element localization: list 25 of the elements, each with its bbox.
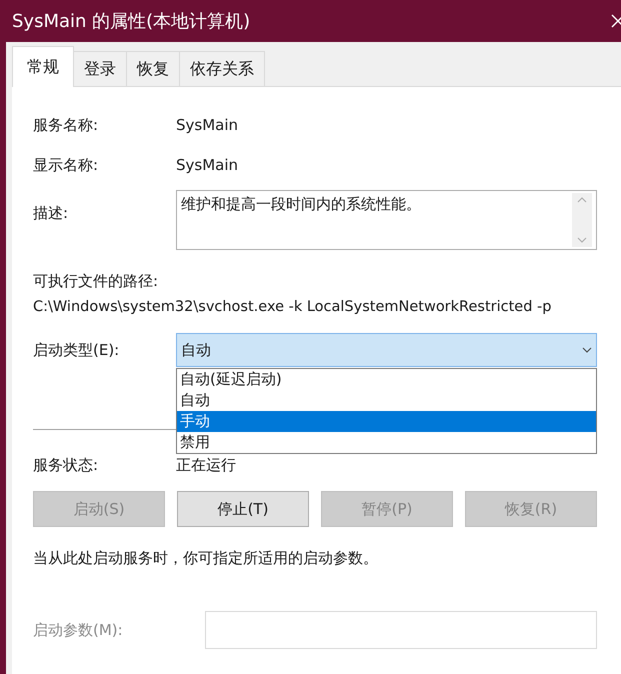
field-label: 启动参数(M): (33, 620, 124, 641)
field-label: 描述: (33, 203, 70, 224)
service-status: 正在运行 (176, 455, 236, 476)
executable-path: C:\Windows\system32\svchost.exe -k LocalSystemNetworkRestricted -p (33, 298, 552, 314)
dropdown-option[interactable]: 自动(延迟启动) (177, 369, 596, 390)
dropdown-option[interactable]: 手动 (177, 411, 596, 432)
tab[interactable]: 依存关系 (179, 51, 265, 86)
field-label: 服务名称: (33, 115, 100, 136)
window-title: SysMain 的属性(本地计算机) (12, 10, 250, 34)
tab[interactable]: 常规 (12, 46, 74, 87)
field-label: 服务状态: (33, 455, 100, 476)
field-label: 显示名称: (33, 154, 100, 176)
close-icon[interactable] (611, 14, 621, 28)
field-label: 启动类型(E): (33, 340, 120, 361)
dropdown-option[interactable]: 自动 (177, 390, 596, 412)
dropdown-option[interactable]: 禁用 (177, 432, 596, 454)
service-button[interactable]: 停止(T) (177, 490, 309, 527)
description-box[interactable]: 维护和提高一段时间内的系统性能。 (176, 190, 597, 250)
display-name: SysMain (176, 154, 238, 176)
caret-icon (582, 347, 592, 354)
hint-text: 当从此处启动服务时，你可指定所适用的启动参数。 (33, 548, 379, 569)
scroll-down-icon[interactable] (577, 237, 587, 243)
scroll-up-icon[interactable] (577, 197, 587, 203)
service-name: SysMain (176, 115, 238, 136)
field-label: 可执行文件的路径: (33, 271, 160, 292)
